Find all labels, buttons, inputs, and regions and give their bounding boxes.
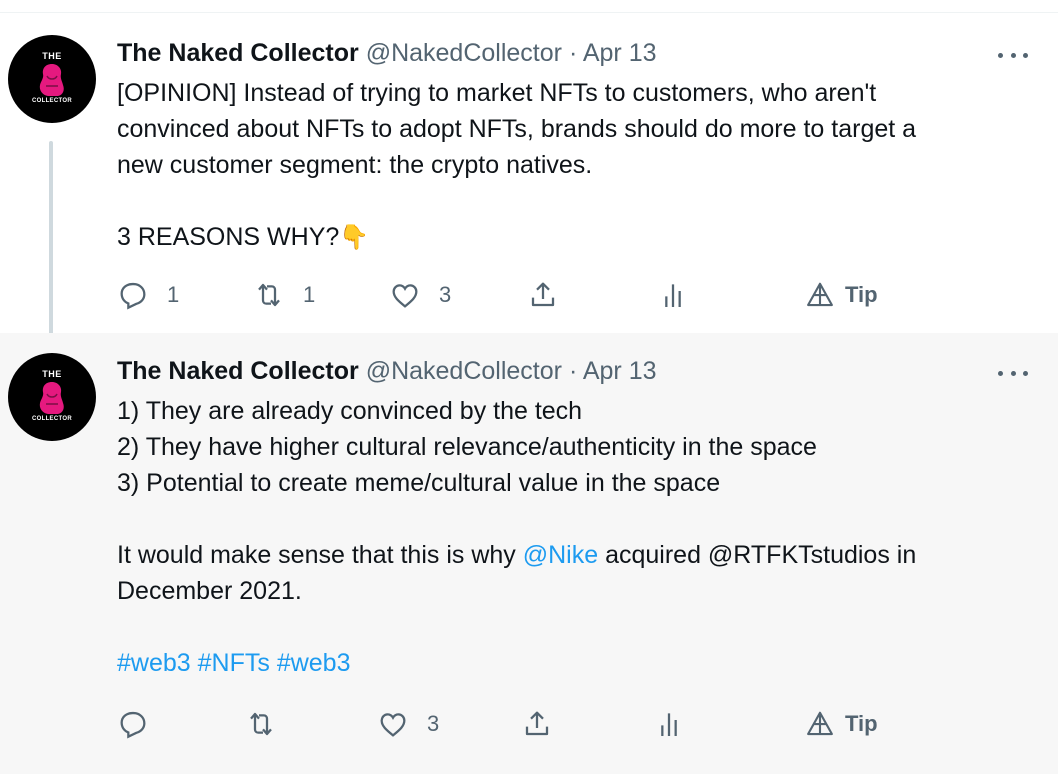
retweet-button[interactable]: 1 — [253, 278, 315, 312]
pointing-down-emoji: 👇 — [339, 224, 370, 251]
tweet-text-line — [117, 609, 1017, 645]
tweet-text-line: new customer segment: the crypto natives… — [117, 151, 593, 179]
analytics-icon — [661, 713, 677, 736]
reply-icon — [120, 711, 146, 739]
display-name[interactable]: The Naked Collector — [117, 39, 359, 67]
tweet-text: 1) They are already convinced by the tec… — [117, 393, 1017, 681]
tweet-text-content: 3 REASONS WHY? — [117, 223, 340, 251]
hashtag-link[interactable]: #web3 — [277, 649, 351, 677]
separator-dot: · — [568, 357, 578, 385]
hashtag-link[interactable]: #NFTs — [198, 649, 270, 677]
tweet-text-line: 1) They are already convinced by the tec… — [117, 397, 583, 425]
tweet-date[interactable]: Apr 13 — [583, 39, 657, 67]
tweet-text-line: [OPINION] Instead of trying to market NF… — [117, 79, 877, 107]
analytics-icon — [665, 284, 681, 307]
tweet-2[interactable]: THE COLLECTOR The Naked Collector @Naked… — [0, 333, 1058, 774]
hashtag-line: #web3 #NFTs #web3 — [117, 645, 1017, 681]
retweet-button[interactable] — [245, 707, 295, 741]
tip-button[interactable]: Tip — [805, 707, 878, 741]
like-button[interactable]: 3 — [377, 707, 439, 741]
reply-icon — [120, 282, 146, 310]
tweet-text-line: It would make sense that this is why @Ni… — [117, 537, 1017, 573]
share-button[interactable] — [521, 707, 553, 741]
avatar-logo-top-text: THE — [42, 51, 62, 61]
like-button[interactable]: 3 — [389, 278, 451, 312]
tweet-text-line: 3) Potential to create meme/cultural val… — [117, 469, 721, 497]
retweet-icon — [258, 283, 280, 307]
like-count: 3 — [439, 282, 452, 307]
tip-button[interactable]: Tip — [805, 278, 878, 312]
avatar-figure-image — [39, 382, 64, 414]
reply-button[interactable] — [117, 707, 167, 741]
avatar-logo-bottom-text: COLLECTOR — [32, 98, 72, 104]
tip-label: Tip — [845, 282, 878, 307]
share-icon — [531, 282, 555, 307]
reply-button[interactable]: 1 — [117, 278, 179, 312]
share-icon — [525, 711, 549, 736]
user-handle[interactable]: @NakedCollector — [366, 39, 562, 67]
tweet-1[interactable]: THE COLLECTOR The Naked Collector @Naked… — [0, 13, 1058, 363]
tip-icon — [807, 282, 833, 307]
tweet-text-line — [117, 183, 1017, 219]
share-button[interactable] — [527, 278, 559, 312]
tweet-text-content: acquired @RTFKTstudios in — [598, 541, 917, 569]
separator-dot: · — [568, 39, 578, 67]
reply-count: 1 — [167, 282, 180, 307]
avatar-figure-image — [39, 64, 64, 96]
tweet-header: The Naked Collector @NakedCollector · Ap… — [117, 39, 657, 68]
tweet-thread: THE COLLECTOR The Naked Collector @Naked… — [0, 0, 1058, 774]
like-icon — [380, 713, 406, 737]
tweet-text-line: convinced about NFTs to adopt NFTs, bran… — [117, 115, 917, 143]
mention-link-nike[interactable]: @Nike — [523, 541, 598, 569]
tip-icon — [807, 711, 833, 736]
analytics-button[interactable] — [653, 707, 685, 741]
tweet-text-line: 3 REASONS WHY?👇 — [117, 219, 1017, 255]
avatar[interactable]: THE COLLECTOR — [8, 35, 96, 123]
more-icon[interactable] — [998, 45, 1028, 65]
tweet-text-content: It would make sense that this is why — [117, 541, 523, 569]
like-icon — [392, 284, 418, 308]
avatar-logo-bottom-text: COLLECTOR — [32, 416, 72, 422]
tweet-actions: 1 1 3 Tip — [117, 278, 897, 312]
tweet-text-line — [117, 501, 1017, 537]
tweet-text: [OPINION] Instead of trying to market NF… — [117, 75, 1017, 255]
tweet-actions: 3 Tip — [117, 707, 897, 741]
retweet-icon — [250, 712, 272, 736]
tweet-header: The Naked Collector @NakedCollector · Ap… — [117, 357, 657, 386]
tweet-text-line: 2) They have higher cultural relevance/a… — [117, 433, 817, 461]
more-icon[interactable] — [998, 363, 1028, 383]
hashtag-link[interactable]: #web3 — [117, 649, 191, 677]
avatar[interactable]: THE COLLECTOR — [8, 353, 96, 441]
tweet-date[interactable]: Apr 13 — [583, 357, 657, 385]
avatar-logo-top-text: THE — [42, 369, 62, 379]
retweet-count: 1 — [303, 282, 316, 307]
display-name[interactable]: The Naked Collector — [117, 357, 359, 385]
tweet-text-line: December 2021. — [117, 577, 302, 605]
like-count: 3 — [427, 711, 440, 736]
thread-connector-line — [49, 141, 53, 363]
user-handle[interactable]: @NakedCollector — [366, 357, 562, 385]
analytics-button[interactable] — [657, 278, 689, 312]
tip-label: Tip — [845, 711, 878, 736]
